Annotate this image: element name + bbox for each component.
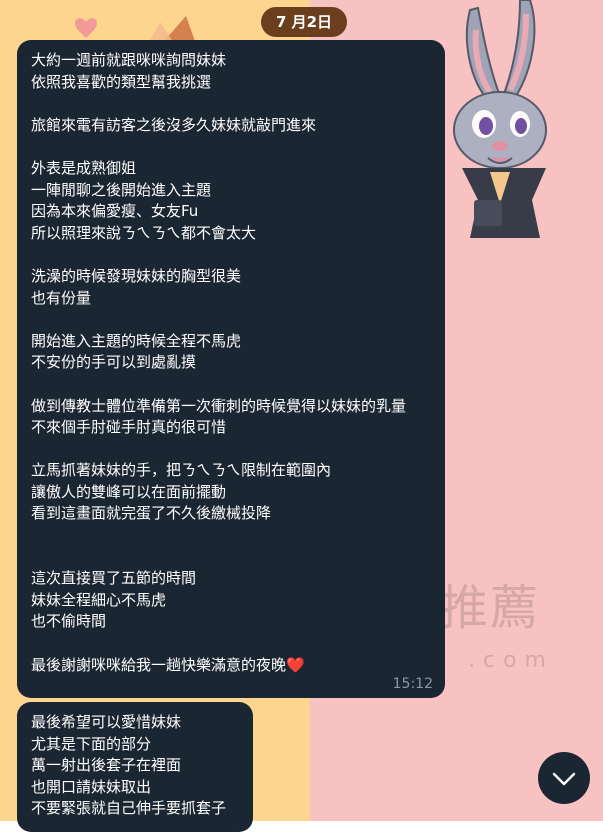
message-line [31,136,431,158]
message-line: 不安份的手可以到處亂摸 [31,353,197,372]
message-line: 妹妹全程細心不馬虎 [31,590,167,609]
message-bubble[interactable]: 最後希望可以愛惜妹妹 尤其是下面的部分 萬一射出後套子在裡面 也開口請妹妹取出 … [17,702,253,832]
wallpaper-watermark: 推薦 [440,580,541,636]
message-line: 這次直接買了五節的時間 [31,569,197,588]
message-line: 讓傲人的雙峰可以在面前擺動 [31,482,227,501]
message-line: 外表是成熟御姐 [31,158,137,177]
message-line: 也有份量 [31,288,92,307]
message-line: 尤其是下面的部分 [31,734,152,753]
message-line [31,547,431,569]
message-line [31,93,431,115]
message-line: 看到這畫面就完蛋了不久後繳械投降 [31,504,272,523]
message-line [31,439,431,461]
message-line: 因為本來偏愛瘦、女友Fu [31,202,199,221]
scroll-to-bottom-button[interactable] [538,752,590,804]
message-line: 所以照理來說ㄋㄟㄋㄟ都不會太大 [31,223,257,242]
message-line: 開始進入主題的時候全程不馬虎 [31,331,242,350]
message-line: 不來個手肘碰手肘真的很可惜 [31,418,227,437]
message-line: 做到傳教士體位準備第一次衝刺的時候覺得以妹妹的乳量 [31,396,407,415]
message-line: 最後希望可以愛惜妹妹 [31,713,182,731]
message-line: 一陣閒聊之後開始進入主題 [31,180,212,199]
message-line: 不要緊張就自己伸手要抓套子 [31,799,227,818]
message-last-line: 最後謝謝咪咪給我一趟快樂滿意的夜晚❤️ [31,655,431,677]
message-line: 也開口請妹妹取出 [31,777,152,796]
message-line: 萬一射出後套子在裡面 [31,756,182,775]
message-line: 立馬抓著妹妹的手，把ㄋㄟㄋㄟ限制在範圍內 [31,461,332,480]
message-line [31,244,431,266]
red-heart-emoji: ❤️ [286,655,305,674]
message-line [31,633,431,655]
date-separator: 7 月2日 [261,7,347,37]
message-line [31,525,431,547]
message-line: 大約一週前就跟咪咪詢問妹妹 [31,51,227,69]
chevron-down-icon [552,772,576,786]
message-line: 旅館來電有訪客之後沒多久妹妹就敲門進來 [31,115,317,134]
message-timestamp: 15:12 [392,676,433,692]
message-line: 依照我喜歡的類型幫我挑選 [31,72,212,91]
message-line-text: 最後謝謝咪咪給我一趟快樂滿意的夜晚 [31,655,287,674]
message-bubble[interactable]: 大約一週前就跟咪咪詢問妹妹 依照我喜歡的類型幫我挑選 旅館來電有訪客之後沒多久妹… [17,40,445,698]
wallpaper-watermark-sub: .com [468,648,554,673]
message-line [31,374,431,396]
message-line [31,309,431,331]
message-line: 也不偷時間 [31,612,107,631]
message-line: 洗澡的時候發現妹妹的胸型很美 [31,266,242,285]
